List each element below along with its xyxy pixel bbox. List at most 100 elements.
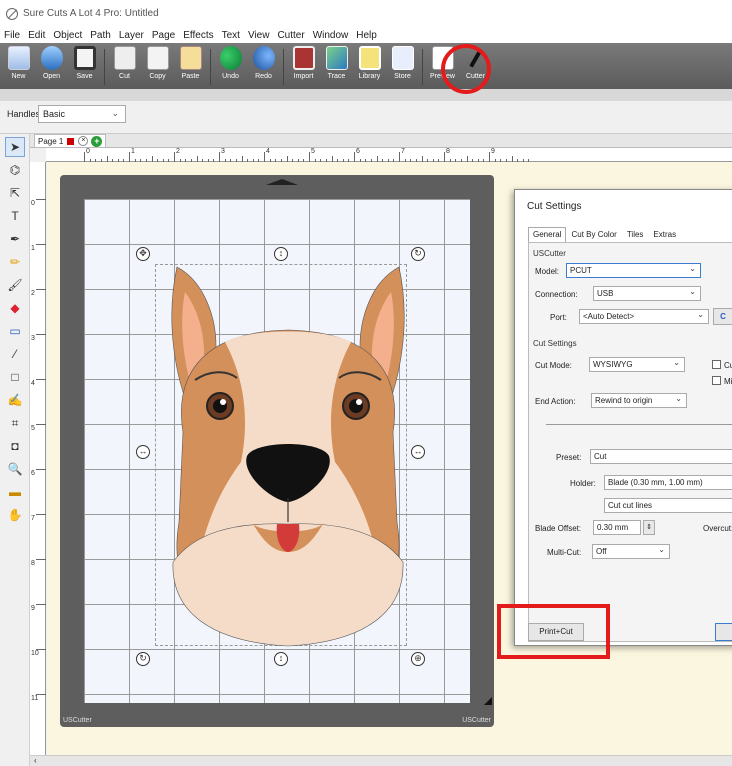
blade-offset-spinner-icon[interactable]: ⇕ bbox=[643, 520, 655, 535]
trace-button[interactable]: Trace bbox=[322, 46, 351, 88]
resize-horizontal-handle-icon[interactable]: ↔ bbox=[411, 445, 425, 459]
scale-handle-icon[interactable]: ⊕ bbox=[411, 652, 425, 666]
ruler-tick bbox=[309, 152, 310, 162]
ruler-number: 1 bbox=[31, 245, 35, 252]
library-button[interactable]: Library bbox=[355, 46, 384, 88]
window-title: Sure Cuts A Lot 4 Pro: Untitled bbox=[23, 8, 159, 19]
menu-path[interactable]: Path bbox=[90, 30, 111, 41]
mirror-checkbox-label: Mir bbox=[724, 377, 732, 386]
cut-checkbox-label: Cu bbox=[724, 361, 732, 370]
shape-tool-icon[interactable]: ▭ bbox=[5, 321, 25, 341]
menu-help[interactable]: Help bbox=[356, 30, 377, 41]
mat-label-right: USCutter bbox=[462, 717, 491, 724]
import-button[interactable]: Import bbox=[289, 46, 318, 88]
ruler-number: 7 bbox=[401, 148, 405, 155]
rotate-handle-icon[interactable]: ↻ bbox=[136, 652, 150, 666]
eraser-tool-icon[interactable]: ◆ bbox=[5, 298, 25, 318]
undo-button[interactable]: Undo bbox=[216, 46, 245, 88]
model-select-value: PCUT bbox=[570, 266, 592, 275]
cut-mode-label: Cut Mode: bbox=[535, 361, 572, 370]
brush-tool-icon[interactable]: 🖌 bbox=[5, 275, 25, 295]
property-bar: Handles: Basic ⌄ bbox=[0, 89, 732, 134]
ruler-tick bbox=[36, 604, 46, 605]
page-tab[interactable]: Page 1 × + bbox=[34, 134, 107, 148]
eyedropper-tool-icon[interactable]: ⁄ bbox=[5, 344, 25, 364]
rectangle-tool-icon[interactable]: □ bbox=[5, 367, 25, 387]
crop-tool-icon[interactable]: ⌗ bbox=[5, 413, 25, 433]
holder-select[interactable]: Blade (0.30 mm, 1.00 mm) bbox=[604, 475, 732, 490]
text-tool-icon[interactable]: T bbox=[5, 206, 25, 226]
cut-checkbox[interactable] bbox=[712, 360, 721, 369]
ruler-tick bbox=[489, 152, 490, 162]
menu-text[interactable]: Text bbox=[222, 30, 240, 41]
menu-view[interactable]: View bbox=[248, 30, 270, 41]
select-tool-icon[interactable]: ➤ bbox=[5, 137, 25, 157]
refresh-port-button[interactable]: C bbox=[713, 308, 732, 325]
mirror-checkbox[interactable] bbox=[712, 376, 721, 385]
hand-tool-icon[interactable]: ✋ bbox=[5, 505, 25, 525]
pencil-tool-icon[interactable]: ✏ bbox=[5, 252, 25, 272]
resize-horizontal-handle-icon[interactable]: ↔ bbox=[136, 445, 150, 459]
ruler-tick bbox=[36, 514, 46, 515]
menu-window[interactable]: Window bbox=[313, 30, 349, 41]
calligraphy-tool-icon[interactable]: ✍ bbox=[5, 390, 25, 410]
cut-button[interactable]: C bbox=[715, 623, 732, 641]
end-action-select[interactable]: Rewind to origin ⌄ bbox=[591, 393, 687, 408]
menu-effects[interactable]: Effects bbox=[183, 30, 213, 41]
handles-select[interactable]: Basic ⌄ bbox=[38, 105, 126, 123]
tab-tiles[interactable]: Tiles bbox=[622, 227, 649, 242]
menu-cutter[interactable]: Cutter bbox=[277, 30, 304, 41]
pen-tool-icon[interactable]: ✒ bbox=[5, 229, 25, 249]
vertical-ruler: 0 1 2 3 4 5 6 7 8 9 10 11 bbox=[30, 162, 46, 766]
menu-object[interactable]: Object bbox=[53, 30, 82, 41]
tab-cut-by-color[interactable]: Cut By Color bbox=[566, 227, 621, 242]
handles-select-value: Basic bbox=[43, 109, 66, 119]
redo-button[interactable]: Redo bbox=[249, 46, 278, 88]
cut-mode-select[interactable]: WYSIWYG ⌄ bbox=[589, 357, 685, 372]
menu-edit[interactable]: Edit bbox=[28, 30, 45, 41]
import-icon bbox=[292, 46, 315, 70]
connection-select[interactable]: USB ⌄ bbox=[593, 286, 701, 301]
rotate-handle-icon[interactable]: ↻ bbox=[411, 247, 425, 261]
cut-button[interactable]: Cut bbox=[110, 46, 139, 88]
menu-page[interactable]: Page bbox=[152, 30, 175, 41]
store-button[interactable]: Store bbox=[388, 46, 417, 88]
open-button[interactable]: Open bbox=[37, 46, 66, 88]
resize-vertical-handle-icon[interactable]: ↕ bbox=[274, 247, 288, 261]
ruler-number: 8 bbox=[31, 560, 35, 567]
blade-offset-input[interactable]: 0.30 mm bbox=[593, 520, 641, 535]
port-select[interactable]: <Auto Detect> ⌄ bbox=[579, 309, 709, 324]
resize-vertical-handle-icon[interactable]: ↕ bbox=[274, 652, 288, 666]
tab-general[interactable]: General bbox=[528, 227, 567, 242]
page-tab-label: Page 1 bbox=[38, 136, 64, 146]
node-edit-tool-icon[interactable]: ⇱ bbox=[5, 183, 25, 203]
multi-cut-select[interactable]: Off ⌄ bbox=[592, 544, 670, 559]
dog-artwork[interactable] bbox=[165, 262, 411, 652]
ruler-tick bbox=[36, 559, 46, 560]
cut-lines-select[interactable]: Cut cut lines bbox=[604, 498, 732, 513]
save-button[interactable]: Save bbox=[70, 46, 99, 88]
title-bar: Sure Cuts A Lot 4 Pro: Untitled bbox=[0, 0, 732, 27]
new-button[interactable]: New bbox=[4, 46, 33, 88]
measure-tool-icon[interactable]: ▬ bbox=[5, 482, 25, 502]
tab-extras[interactable]: Extras bbox=[648, 227, 681, 242]
close-page-icon[interactable]: × bbox=[78, 136, 89, 146]
model-select[interactable]: PCUT ⌄ bbox=[566, 263, 701, 278]
add-page-icon[interactable]: + bbox=[91, 135, 103, 147]
knife-tool-icon[interactable]: ◘ bbox=[5, 436, 25, 456]
blade-offset-value: 0.30 mm bbox=[597, 523, 629, 532]
move-handle-icon[interactable]: ✥ bbox=[136, 247, 150, 261]
horizontal-scrollbar[interactable]: ‹ bbox=[30, 755, 732, 766]
copy-button[interactable]: Copy bbox=[143, 46, 172, 88]
weld-tool-icon[interactable]: ⌬ bbox=[5, 160, 25, 180]
menu-layer[interactable]: Layer bbox=[119, 30, 144, 41]
paste-button[interactable]: Paste bbox=[176, 46, 205, 88]
menu-file[interactable]: File bbox=[4, 30, 20, 41]
chevron-down-icon: ⌄ bbox=[658, 545, 665, 554]
multi-cut-label: Multi-Cut: bbox=[547, 548, 582, 557]
preset-select[interactable]: Cut bbox=[590, 449, 732, 464]
chevron-down-icon: ⌄ bbox=[689, 287, 696, 296]
zoom-tool-icon[interactable]: 🔍 bbox=[5, 459, 25, 479]
end-action-select-value: Rewind to origin bbox=[595, 396, 653, 405]
toolbar-separator bbox=[422, 49, 423, 85]
